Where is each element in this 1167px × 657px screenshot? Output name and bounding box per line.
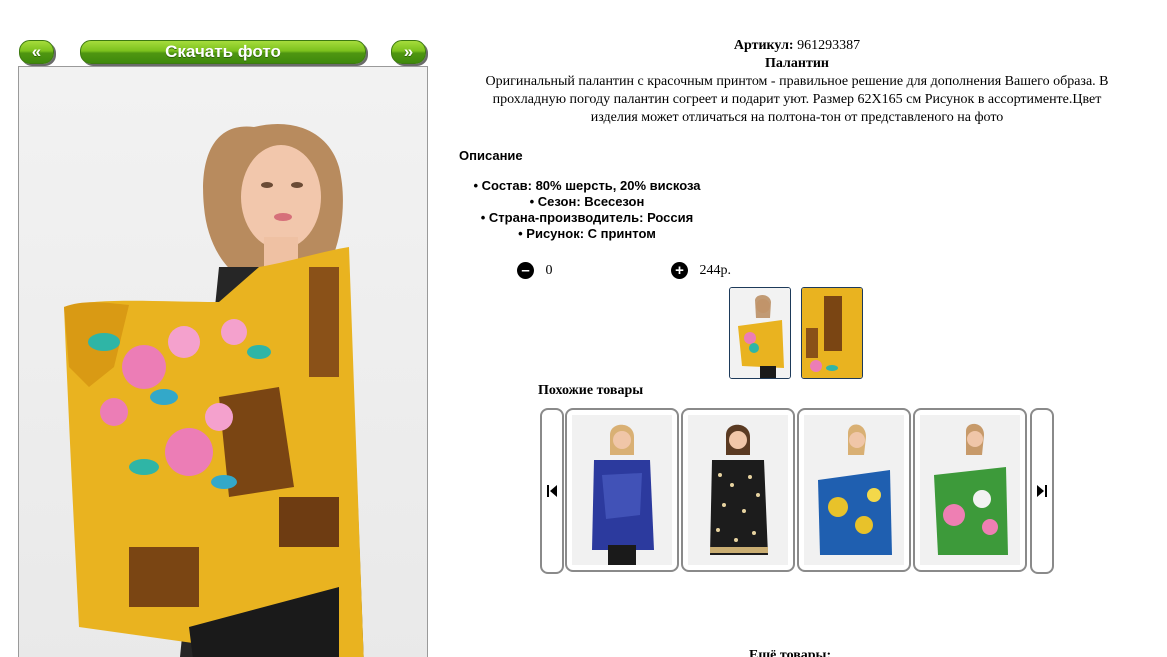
carousel-prev-button[interactable] bbox=[540, 408, 564, 574]
article-line: Артикул: 961293387 bbox=[432, 37, 1162, 55]
quantity-control: – 0 bbox=[517, 262, 553, 279]
similar-products-heading: Похожие товары bbox=[538, 383, 644, 398]
main-product-photo bbox=[18, 66, 428, 657]
spec-list: Состав: 80% шерсть, 20% вискоза Сезон: В… bbox=[452, 178, 722, 242]
spec-item: Страна-производитель: Россия bbox=[452, 210, 722, 226]
spec-item: Рисунок: С принтом bbox=[452, 226, 722, 242]
next-photo-button[interactable]: » bbox=[391, 40, 426, 64]
quantity-value: 0 bbox=[545, 262, 553, 278]
similar-product-3[interactable] bbox=[797, 408, 911, 572]
plus-circle-icon[interactable]: + bbox=[671, 262, 688, 279]
similar-product-1[interactable] bbox=[565, 408, 679, 572]
product-description-line-3: изделия может отличаться на полтона-тон … bbox=[590, 110, 1004, 125]
download-photo-button[interactable]: Скачать фото bbox=[80, 40, 366, 64]
product-info: Артикул: 961293387 Палантин Оригинальный… bbox=[432, 37, 1162, 127]
skip-back-icon bbox=[547, 485, 557, 497]
price-value: 244р. bbox=[699, 262, 732, 278]
product-description-line-2: прохладную погоду палантин согреет и под… bbox=[492, 92, 1102, 107]
article-value: 961293387 bbox=[797, 38, 861, 53]
prev-photo-button[interactable]: « bbox=[19, 40, 54, 64]
similar-product-4[interactable] bbox=[913, 408, 1027, 572]
product-page: « Скачать фото » Артикул: 961293387 Пала… bbox=[0, 0, 1167, 657]
more-products-heading: Ещё товары: bbox=[749, 648, 832, 657]
photo-thumbnail-2[interactable] bbox=[801, 287, 863, 379]
carousel-next-button[interactable] bbox=[1030, 408, 1054, 574]
product-description-line-1: Оригинальный палантин с красочным принто… bbox=[485, 74, 1109, 89]
description-heading: Описание bbox=[459, 148, 523, 163]
similar-product-2[interactable] bbox=[681, 408, 795, 572]
photo-thumbnail-1[interactable] bbox=[729, 287, 791, 379]
product-name: Палантин bbox=[765, 56, 829, 71]
skip-forward-icon bbox=[1037, 485, 1047, 497]
spec-item: Состав: 80% шерсть, 20% вискоза bbox=[452, 178, 722, 194]
spec-item: Сезон: Всесезон bbox=[452, 194, 722, 210]
article-label: Артикул: bbox=[733, 38, 794, 53]
minus-circle-icon[interactable]: – bbox=[517, 262, 534, 279]
price-control: + 244р. bbox=[671, 262, 731, 279]
